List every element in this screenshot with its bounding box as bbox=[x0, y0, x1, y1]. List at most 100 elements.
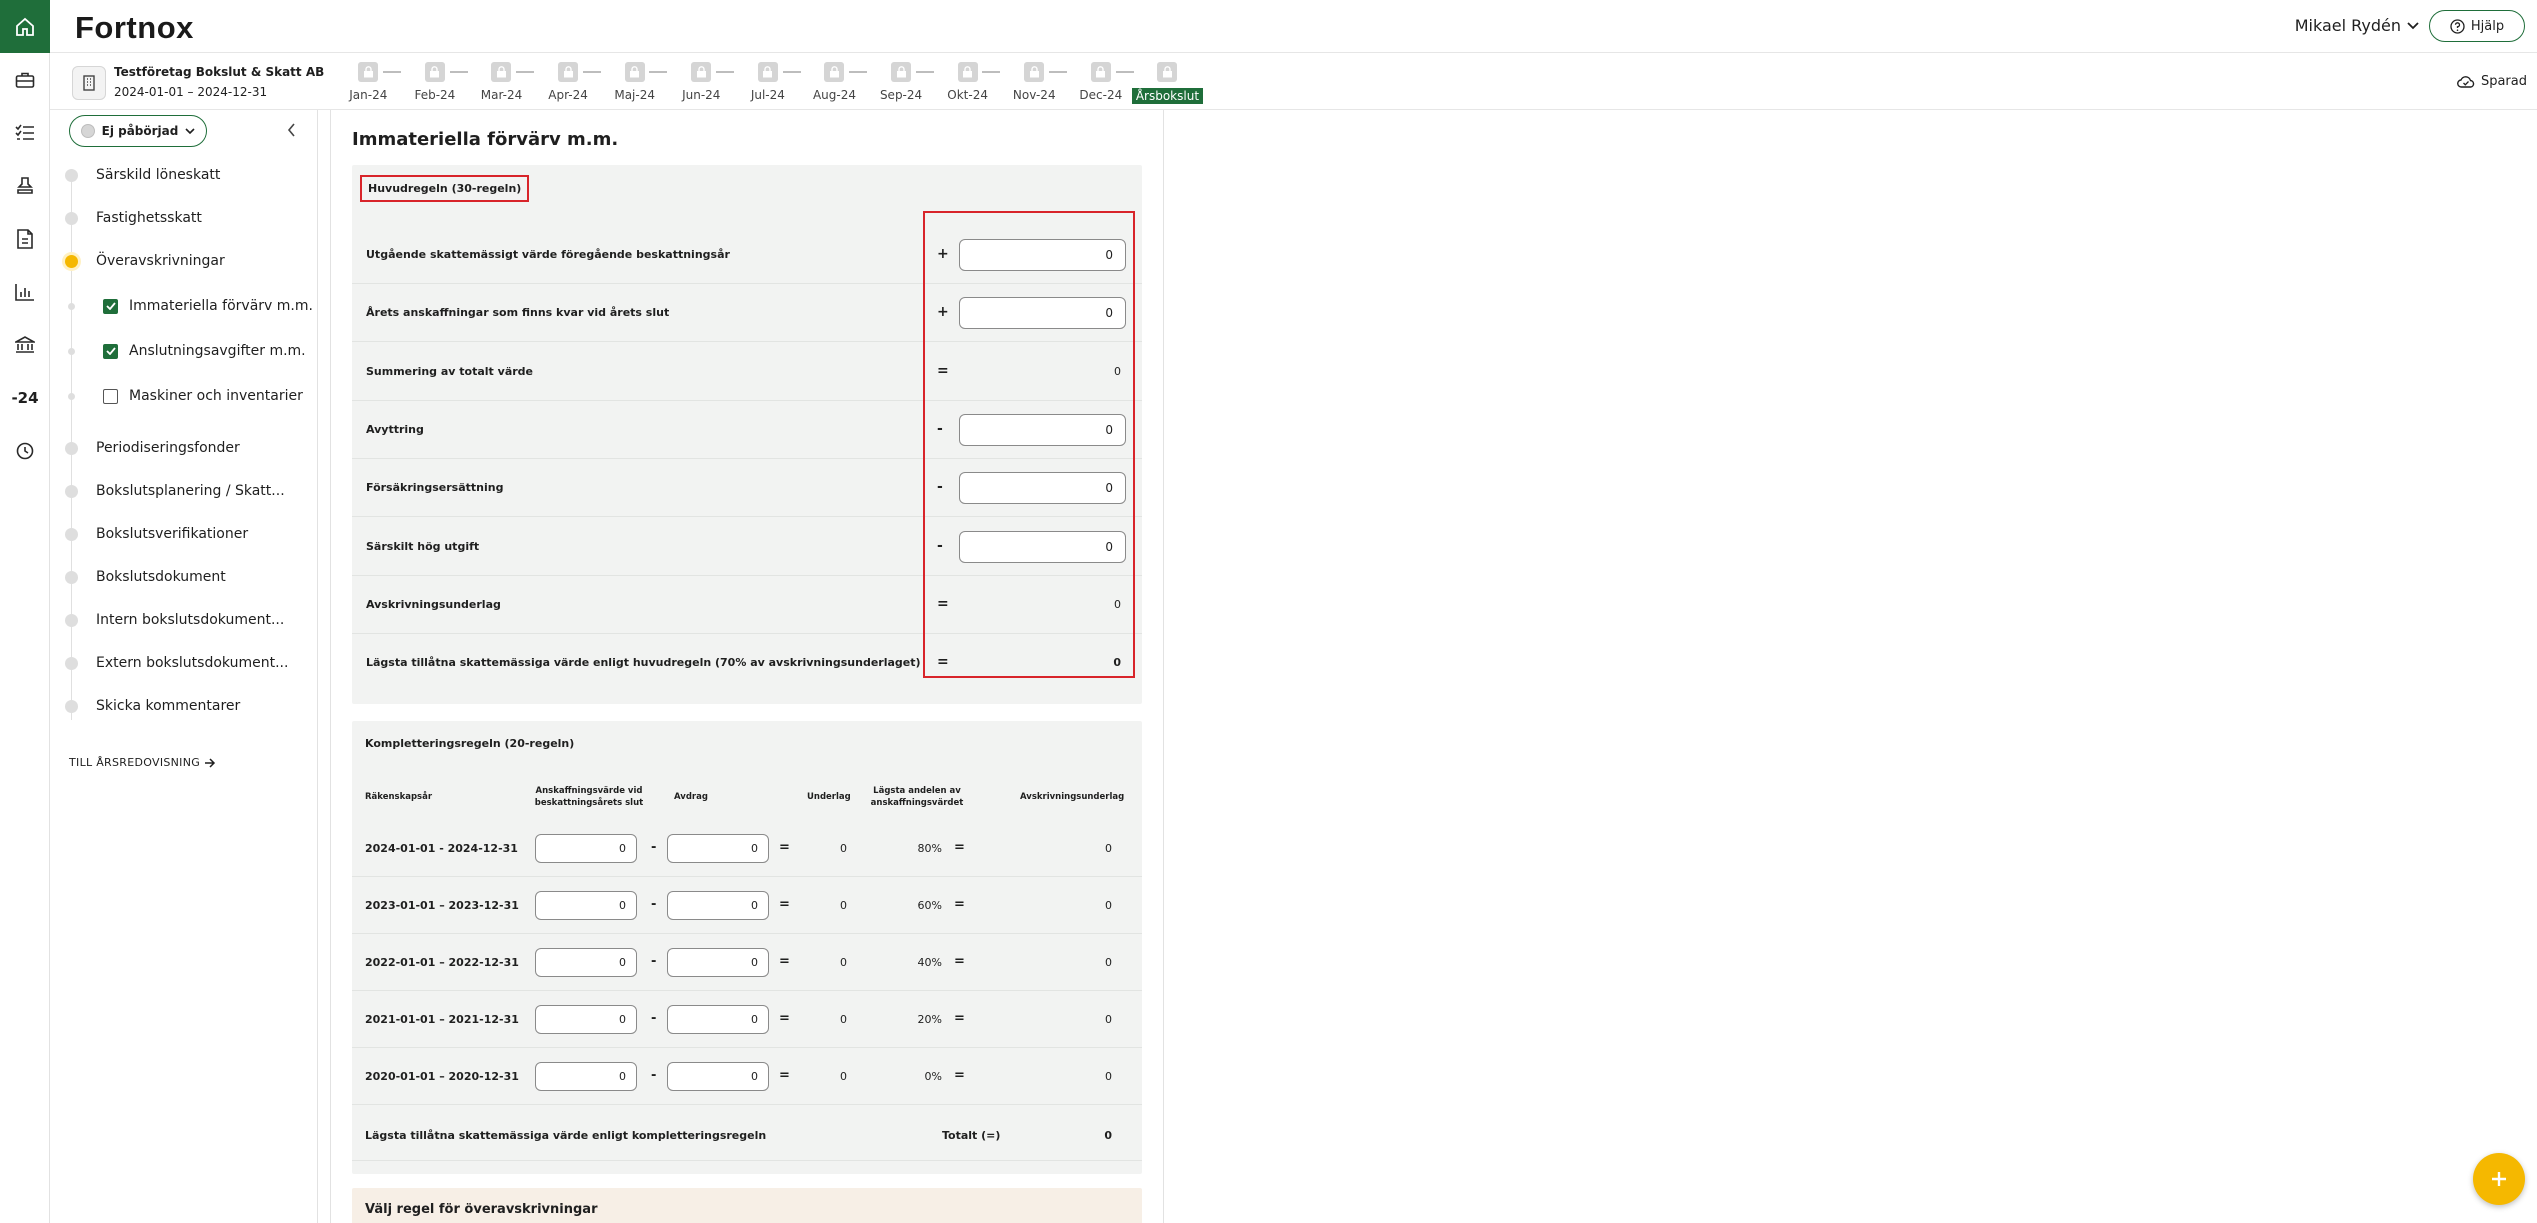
bank-button[interactable] bbox=[0, 318, 50, 371]
row-label: Avskrivningsunderlag bbox=[366, 597, 501, 611]
minus-operator: - bbox=[651, 897, 657, 912]
year-button[interactable]: -24 bbox=[0, 371, 50, 424]
month-label: Aug-24 bbox=[812, 88, 856, 102]
anskaffning-input[interactable] bbox=[535, 891, 637, 920]
month-step[interactable]: Nov-24 bbox=[1001, 62, 1068, 102]
equals-operator: = bbox=[779, 840, 790, 855]
month-label: Jul-24 bbox=[750, 88, 785, 102]
komplettering-row: 2023-01-01 – 2023-12-31 - = 0 60% = 0 bbox=[352, 877, 1142, 934]
month-label: Sep-24 bbox=[879, 88, 923, 102]
month-connector bbox=[516, 71, 535, 73]
month-step[interactable]: Dec-24 bbox=[1068, 62, 1135, 102]
saved-label: Sparad bbox=[2480, 74, 2527, 89]
equals-operator: = bbox=[954, 897, 965, 912]
header-period: Räkenskapsår bbox=[365, 792, 433, 802]
checkbox-unchecked[interactable] bbox=[103, 388, 118, 404]
collapse-sidebar-button[interactable] bbox=[287, 122, 296, 141]
header-avskrivningsunderlag: Avskrivningsunderlag bbox=[1020, 792, 1125, 802]
underlag-value: 0 bbox=[840, 1013, 847, 1026]
month-connector bbox=[715, 71, 734, 73]
period-label: 2020-01-01 – 2020-12-31 bbox=[365, 1070, 519, 1083]
lock-icon bbox=[1090, 62, 1111, 82]
status-dropdown[interactable]: Ej påbörjad bbox=[69, 115, 207, 147]
month-step[interactable]: Jun-24 bbox=[668, 62, 735, 102]
lock-icon bbox=[824, 62, 845, 82]
komplettering-row: 2022-01-01 – 2022-12-31 - = 0 40% = 0 bbox=[352, 934, 1142, 991]
add-button[interactable] bbox=[2473, 1153, 2525, 1205]
header-avdrag: Avdrag bbox=[674, 792, 708, 802]
choose-rule-title: Välj regel för överavskrivningar bbox=[365, 1202, 598, 1217]
underlag-value: 0 bbox=[840, 842, 847, 855]
anskaffning-input[interactable] bbox=[535, 1062, 637, 1091]
check-icon bbox=[105, 347, 116, 355]
help-button[interactable]: Hjälp bbox=[2429, 10, 2525, 42]
step-dot bbox=[65, 211, 78, 225]
month-connector bbox=[582, 71, 601, 73]
lock-icon bbox=[957, 62, 978, 82]
history-button[interactable] bbox=[0, 424, 50, 477]
komplettering-total-row: Lägsta tillåtna skattemässiga värde enli… bbox=[352, 1113, 1142, 1161]
checklist-button[interactable] bbox=[0, 106, 50, 159]
avskrivningsunderlag-value: 0 bbox=[1105, 842, 1112, 855]
month-step[interactable]: Maj-24 bbox=[601, 62, 668, 102]
header-lagsta-line2: anskaffningsvärdet bbox=[870, 798, 964, 808]
month-label: Feb-24 bbox=[414, 88, 456, 102]
month-label: Okt-24 bbox=[947, 88, 988, 102]
year-label: -24 bbox=[11, 388, 39, 407]
anskaffning-input[interactable] bbox=[535, 834, 637, 863]
equals-operator: = bbox=[779, 954, 790, 969]
saved-status: Sparad bbox=[2457, 74, 2527, 89]
choose-rule-card: Välj regel för överavskrivningar bbox=[352, 1188, 1142, 1223]
equals-operator: = bbox=[954, 840, 965, 855]
lock-icon bbox=[624, 62, 645, 82]
month-step[interactable]: Mar-24 bbox=[468, 62, 535, 102]
report-chart-button[interactable] bbox=[0, 265, 50, 318]
month-step[interactable]: Aug-24 bbox=[801, 62, 868, 102]
sidebar-item-label: Bokslutsdokument bbox=[96, 569, 226, 585]
month-step[interactable]: Okt-24 bbox=[934, 62, 1001, 102]
briefcase-button[interactable] bbox=[0, 53, 50, 106]
company-switch-button[interactable] bbox=[72, 66, 106, 100]
checkbox-checked[interactable] bbox=[103, 343, 118, 359]
month-connector bbox=[1048, 71, 1067, 73]
equals-operator: = bbox=[954, 954, 965, 969]
month-connector bbox=[915, 71, 934, 73]
lagsta-andel-value: 20% bbox=[917, 1013, 942, 1026]
stamp-button[interactable] bbox=[0, 159, 50, 212]
step-dot bbox=[65, 484, 78, 498]
lock-icon bbox=[1024, 62, 1045, 82]
sidebar-item-label: Maskiner och inventarier bbox=[129, 388, 303, 404]
avdrag-input[interactable] bbox=[667, 948, 769, 977]
avdrag-input[interactable] bbox=[667, 834, 769, 863]
to-annual-report-link[interactable]: TILL ÅRSREDOVISNING bbox=[69, 756, 216, 769]
row-label: Särskilt hög utgift bbox=[366, 539, 480, 553]
month-step[interactable]: Apr-24 bbox=[535, 62, 602, 102]
month-step[interactable]: Årsbokslut bbox=[1131, 62, 1204, 104]
komplettering-row: 2021-01-01 – 2021-12-31 - = 0 20% = 0 bbox=[352, 991, 1142, 1048]
avdrag-input[interactable] bbox=[667, 1005, 769, 1034]
sidebar-item-label: Anslutningsavgifter m.m. bbox=[129, 343, 306, 359]
kompletteringsregel-title: Kompletteringsregeln (20-regeln) bbox=[365, 737, 575, 750]
sidebar-item-label: Särskild löneskatt bbox=[96, 167, 221, 183]
month-step[interactable]: Feb-24 bbox=[402, 62, 469, 102]
month-step[interactable]: Jul-24 bbox=[735, 62, 802, 102]
month-step[interactable]: Sep-24 bbox=[868, 62, 935, 102]
user-menu[interactable]: Mikael Rydén bbox=[2295, 16, 2419, 35]
user-name: Mikael Rydén bbox=[2294, 16, 2401, 35]
document-button[interactable] bbox=[0, 212, 50, 265]
fortnox-logo[interactable]: Fortnox bbox=[75, 10, 194, 46]
row-label: Utgående skattemässigt värde föregående … bbox=[366, 248, 730, 261]
month-label: Jan-24 bbox=[349, 88, 388, 102]
bank-icon bbox=[15, 335, 35, 353]
step-dot bbox=[68, 392, 75, 400]
avdrag-input[interactable] bbox=[667, 891, 769, 920]
home-button[interactable] bbox=[0, 0, 50, 53]
step-dot bbox=[65, 699, 78, 713]
company-period: 2024-01-01 – 2024-12-31 bbox=[114, 85, 268, 99]
avdrag-input[interactable] bbox=[667, 1062, 769, 1091]
month-step[interactable]: Jan-24 bbox=[335, 62, 402, 102]
step-dot bbox=[65, 168, 78, 182]
checkbox-checked[interactable] bbox=[103, 298, 118, 314]
anskaffning-input[interactable] bbox=[535, 948, 637, 977]
anskaffning-input[interactable] bbox=[535, 1005, 637, 1034]
